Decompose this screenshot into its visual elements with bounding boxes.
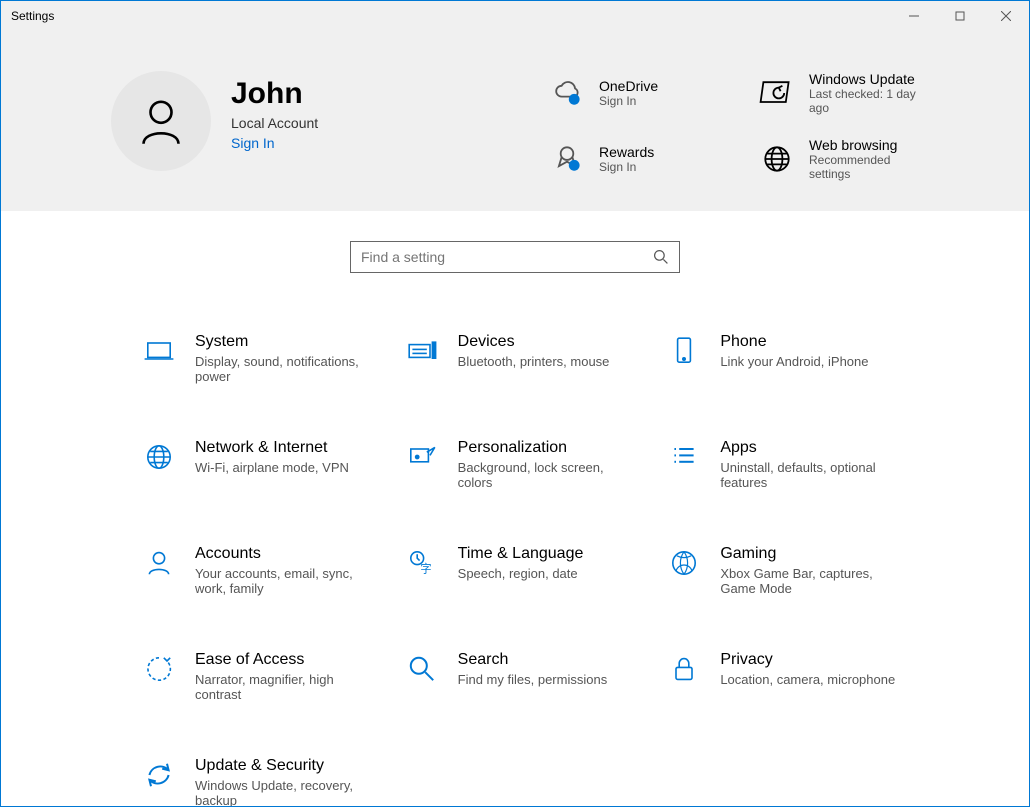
list-icon <box>666 439 702 475</box>
globe-icon <box>141 439 177 475</box>
category-devices[interactable]: Devices Bluetooth, printers, mouse <box>404 333 647 384</box>
settings-window: Settings John Local Account <box>0 0 1030 807</box>
xbox-icon <box>666 545 702 581</box>
category-title: Accounts <box>195 545 375 563</box>
category-title: Apps <box>720 439 900 457</box>
ease-icon <box>141 651 177 687</box>
category-accounts[interactable]: Accounts Your accounts, email, sync, wor… <box>141 545 384 596</box>
status-grid: OneDrive Sign In Windows Update <box>549 71 929 181</box>
category-time-language[interactable]: 字 Time & Language Speech, region, date <box>404 545 647 596</box>
category-title: Search <box>458 651 608 669</box>
user-block: John Local Account Sign In <box>231 71 318 151</box>
rewards-icon <box>549 141 585 177</box>
category-network[interactable]: Network & Internet Wi-Fi, airplane mode,… <box>141 439 384 490</box>
search-icon <box>404 651 440 687</box>
category-title: Time & Language <box>458 545 584 563</box>
categories-grid: System Display, sound, notifications, po… <box>1 313 1029 806</box>
avatar <box>111 71 211 171</box>
search-box[interactable] <box>350 241 680 273</box>
status-title: OneDrive <box>599 78 658 94</box>
category-sub: Location, camera, microphone <box>720 672 895 687</box>
brush-icon <box>404 439 440 475</box>
category-search[interactable]: Search Find my files, permissions <box>404 651 647 702</box>
category-sub: Xbox Game Bar, captures, Game Mode <box>720 566 900 596</box>
category-update-security[interactable]: Update & Security Windows Update, recove… <box>141 757 384 806</box>
search-wrap <box>1 211 1029 313</box>
cloud-icon <box>549 75 585 111</box>
category-phone[interactable]: Phone Link your Android, iPhone <box>666 333 909 384</box>
category-title: Phone <box>720 333 868 351</box>
status-title: Windows Update <box>809 71 929 87</box>
minimize-button[interactable] <box>891 1 937 31</box>
category-title: Personalization <box>458 439 638 457</box>
category-sub: Wi-Fi, airplane mode, VPN <box>195 460 349 475</box>
titlebar: Settings <box>1 1 1029 31</box>
category-privacy[interactable]: Privacy Location, camera, microphone <box>666 651 909 702</box>
globe-icon <box>759 141 795 177</box>
category-title: Ease of Access <box>195 651 375 669</box>
category-apps[interactable]: Apps Uninstall, defaults, optional featu… <box>666 439 909 490</box>
category-gaming[interactable]: Gaming Xbox Game Bar, captures, Game Mod… <box>666 545 909 596</box>
category-sub: Your accounts, email, sync, work, family <box>195 566 375 596</box>
status-web-browsing[interactable]: Web browsing Recommended settings <box>759 137 929 181</box>
search-icon <box>653 249 669 265</box>
category-sub: Bluetooth, printers, mouse <box>458 354 610 369</box>
keyboard-icon <box>404 333 440 369</box>
category-ease-of-access[interactable]: Ease of Access Narrator, magnifier, high… <box>141 651 384 702</box>
close-button[interactable] <box>983 1 1029 31</box>
category-title: System <box>195 333 375 351</box>
category-title: Devices <box>458 333 610 351</box>
user-subtitle: Local Account <box>231 115 318 131</box>
hero: John Local Account Sign In OneDrive Si <box>1 31 1029 211</box>
category-sub: Narrator, magnifier, high contrast <box>195 672 375 702</box>
category-sub: Background, lock screen, colors <box>458 460 638 490</box>
maximize-button[interactable] <box>937 1 983 31</box>
phone-icon <box>666 333 702 369</box>
time-lang-icon: 字 <box>404 545 440 581</box>
user-icon <box>133 93 189 149</box>
content-scroll[interactable]: John Local Account Sign In OneDrive Si <box>1 31 1029 806</box>
person-icon <box>141 545 177 581</box>
status-sub: Sign In <box>599 160 654 174</box>
category-title: Gaming <box>720 545 900 563</box>
category-title: Privacy <box>720 651 895 669</box>
status-title: Rewards <box>599 144 654 160</box>
status-sub: Last checked: 1 day ago <box>809 87 929 115</box>
lock-icon <box>666 651 702 687</box>
category-personalization[interactable]: Personalization Background, lock screen,… <box>404 439 647 490</box>
search-input[interactable] <box>361 249 653 265</box>
category-system[interactable]: System Display, sound, notifications, po… <box>141 333 384 384</box>
sync-icon <box>141 757 177 793</box>
category-sub: Windows Update, recovery, backup <box>195 778 375 806</box>
status-rewards[interactable]: Rewards Sign In <box>549 137 719 181</box>
status-sub: Recommended settings <box>809 153 929 181</box>
status-title: Web browsing <box>809 137 929 153</box>
category-sub: Find my files, permissions <box>458 672 608 687</box>
category-sub: Speech, region, date <box>458 566 584 581</box>
user-signin-link[interactable]: Sign In <box>231 135 318 151</box>
window-title: Settings <box>1 9 54 23</box>
category-title: Update & Security <box>195 757 375 775</box>
update-icon <box>759 75 795 111</box>
category-sub: Uninstall, defaults, optional features <box>720 460 900 490</box>
category-sub: Link your Android, iPhone <box>720 354 868 369</box>
category-title: Network & Internet <box>195 439 349 457</box>
status-windows-update[interactable]: Windows Update Last checked: 1 day ago <box>759 71 929 115</box>
status-sub: Sign In <box>599 94 658 108</box>
laptop-icon <box>141 333 177 369</box>
category-sub: Display, sound, notifications, power <box>195 354 375 384</box>
user-name: John <box>231 77 318 111</box>
status-onedrive[interactable]: OneDrive Sign In <box>549 71 719 115</box>
svg-text:字: 字 <box>420 562 431 576</box>
